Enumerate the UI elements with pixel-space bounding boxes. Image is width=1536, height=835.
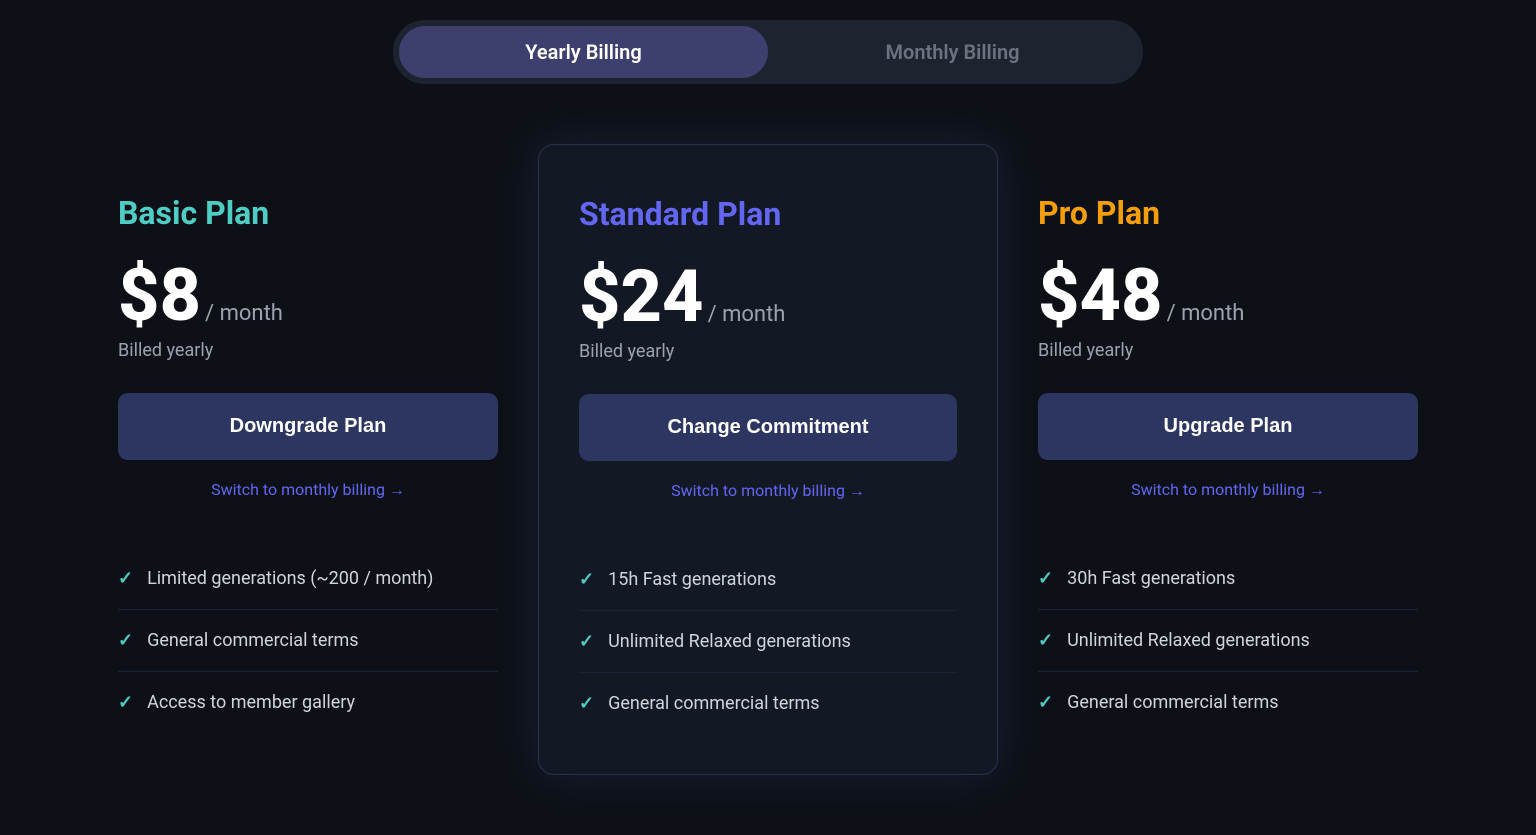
- feature-text: Unlimited Relaxed generations: [1067, 630, 1310, 651]
- pro-features-list: ✓ 30h Fast generations ✓ Unlimited Relax…: [1038, 548, 1418, 733]
- basic-features-list: ✓ Limited generations (~200 / month) ✓ G…: [118, 548, 498, 733]
- yearly-billing-option[interactable]: Yearly Billing: [399, 26, 768, 78]
- standard-switch-link[interactable]: Switch to monthly billing →: [579, 481, 957, 501]
- billing-toggle: Yearly Billing Monthly Billing: [393, 20, 1143, 84]
- check-icon: ✓: [579, 693, 594, 714]
- feature-item: ✓ Unlimited Relaxed generations: [579, 611, 957, 673]
- pro-switch-link[interactable]: Switch to monthly billing →: [1038, 480, 1418, 500]
- basic-switch-link[interactable]: Switch to monthly billing →: [118, 480, 498, 500]
- standard-plan-name: Standard Plan: [579, 195, 957, 233]
- basic-price-row: $8 / month: [118, 260, 498, 332]
- feature-item: ✓ General commercial terms: [579, 673, 957, 734]
- check-icon: ✓: [1038, 692, 1053, 713]
- feature-text: General commercial terms: [147, 630, 358, 651]
- basic-price-period: / month: [205, 301, 283, 326]
- feature-text: General commercial terms: [608, 693, 819, 714]
- feature-item: ✓ 15h Fast generations: [579, 549, 957, 611]
- feature-item: ✓ General commercial terms: [118, 610, 498, 672]
- standard-price-period: / month: [708, 302, 786, 327]
- standard-price-row: $24 / month: [579, 261, 957, 333]
- feature-text: Access to member gallery: [147, 692, 355, 713]
- pro-action-button[interactable]: Upgrade Plan: [1038, 393, 1418, 460]
- plan-card-basic: Basic Plan $8 / month Billed yearly Down…: [78, 144, 538, 773]
- check-icon: ✓: [1038, 630, 1053, 651]
- standard-features-list: ✓ 15h Fast generations ✓ Unlimited Relax…: [579, 549, 957, 734]
- feature-text: General commercial terms: [1067, 692, 1278, 713]
- feature-text: Limited generations (~200 / month): [147, 568, 433, 589]
- standard-billed-text: Billed yearly: [579, 341, 957, 362]
- check-icon: ✓: [579, 631, 594, 652]
- pro-price-amount: $48: [1038, 260, 1163, 332]
- basic-action-button[interactable]: Downgrade Plan: [118, 393, 498, 460]
- check-icon: ✓: [1038, 568, 1053, 589]
- basic-plan-name: Basic Plan: [118, 194, 498, 232]
- check-icon: ✓: [118, 630, 133, 651]
- monthly-billing-option[interactable]: Monthly Billing: [768, 26, 1137, 78]
- standard-price-amount: $24: [579, 261, 704, 333]
- standard-action-button[interactable]: Change Commitment: [579, 394, 957, 461]
- check-icon: ✓: [118, 568, 133, 589]
- feature-item: ✓ 30h Fast generations: [1038, 548, 1418, 610]
- pro-price-period: / month: [1167, 301, 1245, 326]
- check-icon: ✓: [118, 692, 133, 713]
- feature-item: ✓ Limited generations (~200 / month): [118, 548, 498, 610]
- plan-card-standard: Standard Plan $24 / month Billed yearly …: [538, 144, 998, 775]
- check-icon: ✓: [579, 569, 594, 590]
- feature-text: 15h Fast generations: [608, 569, 776, 590]
- feature-text: Unlimited Relaxed generations: [608, 631, 851, 652]
- pro-plan-name: Pro Plan: [1038, 194, 1418, 232]
- feature-item: ✓ Access to member gallery: [118, 672, 498, 733]
- feature-item: ✓ General commercial terms: [1038, 672, 1418, 733]
- plan-card-pro: Pro Plan $48 / month Billed yearly Upgra…: [998, 144, 1458, 773]
- basic-price-amount: $8: [118, 260, 201, 332]
- pro-price-row: $48 / month: [1038, 260, 1418, 332]
- plans-container: Basic Plan $8 / month Billed yearly Down…: [60, 144, 1476, 775]
- pro-billed-text: Billed yearly: [1038, 340, 1418, 361]
- feature-text: 30h Fast generations: [1067, 568, 1235, 589]
- feature-item: ✓ Unlimited Relaxed generations: [1038, 610, 1418, 672]
- basic-billed-text: Billed yearly: [118, 340, 498, 361]
